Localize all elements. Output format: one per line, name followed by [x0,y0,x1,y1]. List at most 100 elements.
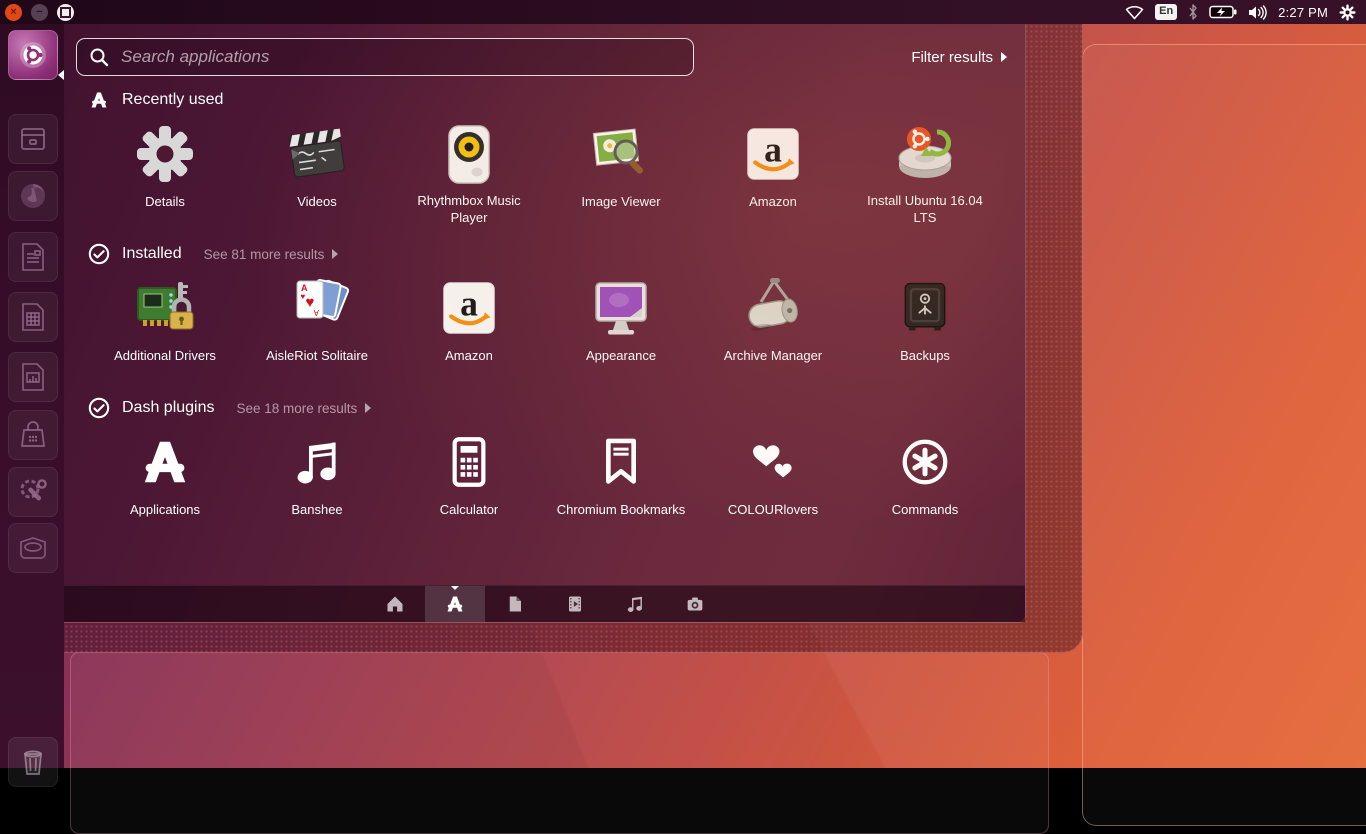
applications-lens-icon [88,89,110,111]
status-area: En 2:27 PM [1125,3,1366,21]
lens-tab-applications[interactable] [425,586,485,622]
see-more-link[interactable]: See 18 more results [237,401,372,416]
ubuntu-dash-button[interactable] [8,30,58,80]
app-tile-amazon[interactable]: a Amazon [697,115,849,227]
lens-tab-home[interactable] [365,586,425,622]
dash-plugins-grid: Applications Banshee Calculator Chromium… [64,423,1025,535]
top-panel: × − En 2:27 PM [0,0,1366,24]
launcher-item-libreoffice-writer[interactable] [8,232,58,282]
launcher-item-system-settings[interactable] [8,467,58,517]
close-button[interactable]: × [5,3,22,21]
music-note-icon [627,596,642,612]
lens-tab-music[interactable] [605,586,665,622]
trash-icon [24,750,42,775]
amazon-icon: a [439,273,499,343]
gear-icon [133,119,197,189]
software-bag-icon [21,421,45,447]
app-tile-banshee[interactable]: Banshee [241,423,393,535]
filter-results-button[interactable]: Filter results [911,49,1007,66]
focused-app-arrow [58,70,64,80]
launcher-item-ubuntu-software[interactable] [8,410,58,460]
app-tile-calculator[interactable]: Calculator [393,423,545,535]
roller-press-icon [741,273,805,343]
app-tile-aisleriot[interactable]: A ♥ ♥ A AisleRiot Solitaire [241,269,393,381]
app-tile-backups[interactable]: Backups [849,269,1001,381]
network-wifi-icon[interactable] [1125,5,1144,20]
app-label: Backups [900,348,950,363]
playing-cards-icon: A ♥ ♥ A [285,273,349,343]
installed-grid: Additional Drivers A ♥ ♥ A AisleRiot Solita… [64,269,1025,381]
app-label: Calculator [439,502,499,517]
install-disk-icon [893,119,957,188]
writer-document-icon [22,243,44,271]
unity-launcher [0,24,64,787]
search-box[interactable] [76,38,694,76]
app-label: Videos [297,194,337,209]
photo-magnifier-icon [589,119,653,189]
dash-overlay: Filter results Recently used Details Vid… [64,24,1026,623]
maximize-button[interactable] [57,3,74,21]
svg-text:a: a [460,284,478,324]
lens-bar [64,585,1025,622]
presentation-icon [22,363,44,391]
app-tile-amazon-2[interactable]: a Amazon [393,269,545,381]
launcher-item-trash[interactable] [8,737,58,787]
session-gear-icon[interactable] [1339,4,1356,21]
check-circle-icon [88,397,110,419]
lens-tab-photos[interactable] [665,586,725,622]
svg-text:a: a [764,130,782,170]
lens-tab-files[interactable] [485,586,545,622]
lens-tabs [365,586,725,622]
app-tile-commands[interactable]: Commands [849,423,1001,535]
see-more-link[interactable]: See 81 more results [204,247,339,262]
hearts-icon [746,427,800,497]
app-tile-applications[interactable]: Applications [89,423,241,535]
section-header-dash-plugins: Dash plugins See 18 more results [64,381,1025,423]
arrow-right-icon [1001,52,1007,62]
spreadsheet-icon [22,303,44,331]
app-tile-appearance[interactable]: Appearance [545,269,697,381]
background-window-outline-right [1082,44,1366,826]
lens-tab-videos[interactable] [545,586,605,622]
app-tile-chromium-bookmarks[interactable]: Chromium Bookmarks [545,423,697,535]
app-label: Archive Manager [723,348,823,363]
camera-icon [687,597,703,611]
section-header-installed: Installed See 81 more results [64,227,1025,269]
launcher-item-libreoffice-calc[interactable] [8,292,58,342]
app-label: AisleRiot Solitaire [266,348,368,363]
applications-lens-icon [138,427,192,497]
volume-icon[interactable] [1248,4,1267,20]
section-title: Recently used [122,91,224,108]
app-tile-videos[interactable]: Videos [241,115,393,227]
app-label: Appearance [585,348,657,363]
applications-lens-icon [447,596,463,612]
keyboard-layout-indicator[interactable]: En [1155,3,1178,21]
app-label: Applications [129,502,201,517]
background-window-outline-bottom [70,652,1049,834]
launcher-item-install-ubuntu[interactable] [8,523,58,573]
app-label: Amazon [749,194,797,209]
filter-results-label: Filter results [911,48,993,66]
search-input[interactable] [119,46,681,68]
arrow-right-icon [365,403,372,413]
launcher-item-libreoffice-impress[interactable] [8,352,58,402]
app-label: Rhythmbox Music Player [417,193,521,226]
battery-charging-icon[interactable] [1209,5,1237,19]
app-tile-archive-manager[interactable]: Archive Manager [697,269,849,381]
clock[interactable]: 2:27 PM [1278,5,1328,20]
app-label: Details [145,194,185,209]
bookmark-icon [594,427,648,497]
window-controls: × − [0,3,74,21]
app-tile-additional-drivers[interactable]: Additional Drivers [89,269,241,381]
launcher-item-firefox[interactable] [8,171,58,221]
app-tile-image-viewer[interactable]: Image Viewer [545,115,697,227]
dash-search-row: Filter results [76,37,1007,77]
app-tile-rhythmbox[interactable]: Rhythmbox Music Player [393,115,545,227]
app-tile-details[interactable]: Details [89,115,241,227]
bluetooth-icon[interactable] [1188,4,1198,20]
minimize-button[interactable]: − [31,3,48,21]
app-tile-install-ubuntu[interactable]: Install Ubuntu 16.04 LTS [849,115,1001,227]
launcher-item-files[interactable] [8,114,58,164]
app-tile-colourlovers[interactable]: COLOURlovers [697,423,849,535]
amazon-icon: a [743,119,803,189]
